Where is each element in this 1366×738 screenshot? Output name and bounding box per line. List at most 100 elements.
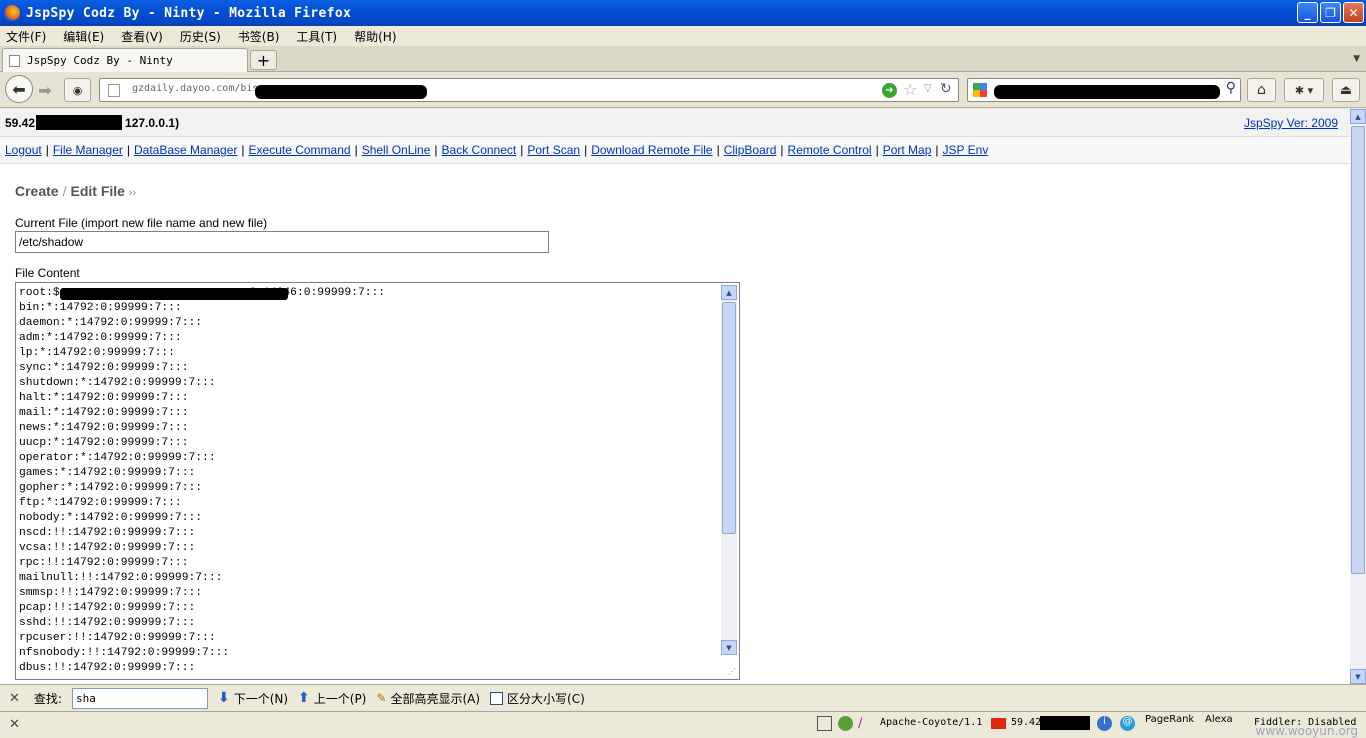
reload-icon[interactable]: ↻ (940, 81, 952, 97)
page-favicon-icon (9, 54, 20, 67)
alexa-label[interactable]: Alexa (1205, 714, 1233, 725)
page-scrollbar[interactable]: ▲ ▼ (1350, 109, 1366, 684)
screenshot-icon[interactable] (817, 716, 832, 731)
find-prev-button[interactable]: ⬆ 上一个(P) (298, 690, 366, 707)
forward-button[interactable]: ➡ (36, 78, 54, 102)
globe-icon: ◉ (72, 83, 83, 97)
link-jsp-env[interactable]: JSP Env (943, 143, 989, 157)
file-line: gopher:*:14792:0:99999:7::: (19, 482, 203, 494)
separator: | (354, 143, 358, 157)
minimize-button[interactable]: _ (1297, 2, 1318, 23)
network-icon[interactable] (838, 716, 853, 731)
link-clipboard[interactable]: ClipBoard (724, 143, 777, 157)
textarea-scrollbar[interactable]: ▲ ▼ (721, 285, 737, 655)
heading-create: Create (15, 183, 59, 199)
server-info-bar: 59.42 127.0.0.1) JspSpy Ver: 2009 (0, 109, 1350, 137)
go-icon[interactable]: ➜ (882, 83, 897, 98)
server-ip-suffix: 127.0.0.1) (125, 116, 180, 130)
menu-tools[interactable]: 工具(T) (296, 28, 337, 45)
site-identity-button[interactable]: ◉ (64, 78, 91, 102)
function-links: Logout | File Manager | DataBase Manager | … (0, 137, 1350, 164)
feather-icon[interactable]: ∕ (858, 716, 873, 731)
page-scroll-up-icon[interactable]: ▲ (1350, 109, 1366, 124)
separator: | (716, 143, 720, 157)
file-line: rpcuser:!!:14792:0:99999:7::: (19, 632, 216, 644)
file-line: uucp:*:14792:0:99999:7::: (19, 437, 189, 449)
file-line: vcsa:!!:14792:0:99999:7::: (19, 542, 196, 554)
file-line: shutdown:*:14792:0:99999:7::: (19, 377, 216, 389)
google-icon[interactable] (973, 83, 987, 97)
highlight-all-label: 全部高亮显示(A) (390, 691, 481, 706)
menu-help[interactable]: 帮助(H) (354, 28, 396, 45)
separator: | (241, 143, 245, 157)
file-content-label: File Content (15, 266, 80, 280)
highlighter-icon: ✎ (376, 691, 387, 705)
link-remote-control[interactable]: Remote Control (788, 143, 872, 157)
inbox-button[interactable]: ⏏ (1332, 78, 1360, 102)
scroll-down-icon[interactable]: ▼ (721, 640, 737, 655)
menu-file[interactable]: 文件(F) (6, 28, 46, 45)
new-tab-button[interactable]: + (250, 50, 277, 70)
scroll-up-icon[interactable]: ▲ (721, 285, 737, 300)
scroll-thumb[interactable] (722, 302, 736, 534)
inbox-icon: ⏏ (1339, 82, 1353, 98)
file-content-textarea[interactable]: root:$ 0:14846:0:99999:7::: bin:*:14792:0… (15, 282, 740, 680)
file-line: news:*:14792:0:99999:7::: (19, 422, 189, 434)
resize-grip-icon[interactable]: ⋰ (728, 667, 736, 676)
page-scroll-thumb[interactable] (1351, 126, 1365, 574)
link-download-remote-file[interactable]: Download Remote File (591, 143, 712, 157)
close-find-icon[interactable]: ✕ (9, 691, 20, 706)
close-status-icon[interactable]: ✕ (9, 717, 20, 732)
menu-view[interactable]: 查看(V) (121, 28, 163, 45)
back-button[interactable]: ⬅ (5, 75, 33, 103)
link-back-connect[interactable]: Back Connect (442, 143, 517, 157)
window-titlebar: JspSpy Codz By - Ninty - Mozilla Firefox… (0, 0, 1366, 26)
link-database-manager[interactable]: DataBase Manager (134, 143, 237, 157)
link-file-manager[interactable]: File Manager (53, 143, 123, 157)
find-label: 查找: (33, 691, 62, 706)
search-icon[interactable]: ⚲ (1226, 80, 1236, 96)
server-ip-prefix: 59.42 (5, 116, 36, 130)
url-bar[interactable]: gzdaily.dayoo.com/bis ➜ ☆ ▽ ↻ (99, 78, 959, 102)
server-header: Apache-Coyote/1.1 (880, 717, 983, 728)
addon-button[interactable]: ✱ ▾ (1284, 78, 1324, 102)
find-input[interactable]: sha (71, 687, 208, 709)
tab-jspspy[interactable]: JspSpy Codz By - Ninty (2, 48, 248, 72)
forward-arrow-icon: ➡ (38, 80, 52, 100)
search-bar[interactable]: ⚲ (967, 78, 1241, 102)
at-icon[interactable]: @ (1120, 716, 1135, 731)
page-scroll-down-icon[interactable]: ▼ (1350, 669, 1366, 684)
bookmark-star-icon[interactable]: ☆ (903, 80, 917, 99)
tab-list-chevron-icon[interactable]: ▼ (1353, 54, 1360, 64)
link-port-map[interactable]: Port Map (883, 143, 932, 157)
close-button[interactable]: ✕ (1343, 2, 1364, 23)
find-prev-label: 上一个(P) (313, 691, 367, 706)
version-link[interactable]: JspSpy Ver: 2009 (1244, 116, 1338, 130)
link-port-scan[interactable]: Port Scan (527, 143, 580, 157)
tab-title: JspSpy Codz By - Ninty (27, 54, 173, 67)
highlight-all-button[interactable]: ✎ 全部高亮显示(A) (376, 690, 480, 707)
url-dropdown-icon[interactable]: ▽ (924, 83, 932, 94)
heading-raquo: ›› (128, 187, 137, 199)
link-execute-command[interactable]: Execute Command (249, 143, 351, 157)
maximize-button[interactable]: ❐ (1320, 2, 1341, 23)
page-viewport: 59.42 127.0.0.1) JspSpy Ver: 2009 Logout |… (0, 109, 1350, 684)
heading-slash: / (62, 183, 67, 199)
info-icon[interactable]: i (1097, 716, 1112, 731)
menu-edit[interactable]: 编辑(E) (63, 28, 104, 45)
menu-history[interactable]: 历史(S) (180, 28, 221, 45)
separator: | (935, 143, 939, 157)
link-logout[interactable]: Logout (5, 143, 42, 157)
menu-bookmarks[interactable]: 书签(B) (238, 28, 280, 45)
file-line: nfsnobody:!!:14792:0:99999:7::: (19, 647, 230, 659)
separator: | (434, 143, 438, 157)
link-shell-online[interactable]: Shell OnLine (362, 143, 431, 157)
home-button[interactable]: ⌂ (1247, 78, 1276, 102)
pagerank-label[interactable]: PageRank (1145, 714, 1194, 725)
find-next-button[interactable]: ⬇ 下一个(N) (218, 690, 288, 707)
redacted-status-ip (1040, 716, 1090, 730)
redacted-url (255, 85, 427, 99)
match-case-checkbox[interactable]: 区分大小写(C) (490, 690, 585, 707)
checkbox-box[interactable] (490, 691, 504, 705)
current-file-input[interactable]: /etc/shadow (15, 231, 549, 253)
